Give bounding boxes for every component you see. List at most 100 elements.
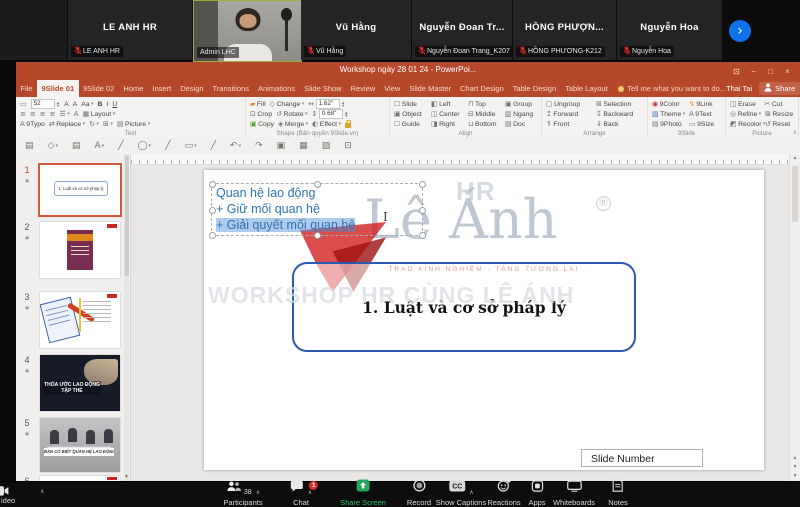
ribbon-button-rotate[interactable]: ↺Rotate▾ (276, 110, 307, 118)
toolbar-item-record[interactable]: Record (407, 484, 431, 507)
ribbon-button-doc[interactable]: ▤Doc (505, 120, 538, 128)
presenter-button[interactable]: ⊡ (728, 67, 745, 76)
ribbon-button-dim-h[interactable]: ↕0.68"▲▼ (312, 109, 349, 119)
selection-handle[interactable] (209, 207, 216, 214)
ribbon-button-erase[interactable]: ◫Erase (730, 100, 761, 108)
ribbon-button-backward[interactable]: ↧Backward (596, 110, 642, 118)
qat-redo-icon[interactable]: ↷ (255, 141, 263, 151)
share-button[interactable]: Share (759, 82, 800, 95)
ribbon-button-change[interactable]: ◇Change▾ (270, 100, 305, 108)
qat-shapes-icon[interactable]: ◇▾ (48, 141, 58, 151)
next-participants-button[interactable]: › (729, 20, 751, 42)
qat-monitor-icon[interactable]: ⊡ (344, 141, 352, 151)
toolbar-item-notes[interactable]: Notes (608, 484, 628, 507)
selection-handle[interactable] (419, 181, 426, 188)
scrollbar-thumb[interactable] (125, 156, 129, 276)
ribbon-tab-home[interactable]: Home (119, 80, 148, 97)
ribbon-button-fill[interactable]: ▰Fill (250, 100, 266, 108)
collapse-ribbon-icon[interactable]: ∧ (793, 129, 797, 136)
ribbon-button-selection[interactable]: ⊠Selection (596, 100, 642, 108)
ribbon-button-ngang[interactable]: ▥Ngang (505, 110, 538, 118)
ribbon-button-bottom[interactable]: ⊔Bottom (468, 120, 501, 128)
ribbon-button-9size[interactable]: ▭9Size (689, 120, 722, 128)
qat-fill-color-icon[interactable]: ◯▾ (138, 141, 152, 151)
next-slide-icon[interactable]: ▼ (790, 463, 800, 472)
ribbon-button-merge[interactable]: ◈Merge▾ (278, 120, 308, 128)
ribbon-button-align-left[interactable]: ≡ (20, 110, 26, 118)
ribbon-tab-9slide-01[interactable]: 9Slide 01 (37, 80, 79, 97)
ribbon-button-recolor[interactable]: ◩Recolor▾ (730, 120, 761, 128)
qat-save-icon[interactable]: ▣ (277, 141, 286, 151)
account-name[interactable]: Thai Tai (726, 84, 752, 93)
ribbon-button-effect[interactable]: ◐Effect▾ (312, 120, 341, 128)
slide-thumbnail-5[interactable]: BẠN CÓ BIẾT QUAN HỆ LAO ĐỘNG LÀ GÌ?? (40, 418, 120, 472)
ribbon-value-field[interactable]: 1.62" (316, 99, 340, 109)
qat-font-color-icon[interactable]: A▾ (94, 141, 104, 151)
ribbon-tab-chart-design[interactable]: Chart Design (456, 80, 509, 97)
video-tile-nguy-n-hoa[interactable]: Nguyễn HoaNguyễn Hoa (617, 0, 723, 60)
ribbon-button-replace[interactable]: ⇄Replace▾ (49, 120, 85, 128)
ribbon-button-resize[interactable]: ⊠Resize (765, 110, 795, 118)
ribbon-button-refine[interactable]: ◎Refine▾ (730, 110, 761, 118)
maximize-button[interactable]: □ (762, 67, 779, 76)
ribbon-button-a[interactable]: A (64, 101, 69, 108)
previous-slide-icon[interactable]: ▲ (790, 454, 800, 463)
ribbon-tab-table-design[interactable]: Table Design (508, 80, 560, 97)
ribbon-tab-file[interactable]: File (16, 80, 37, 97)
toolbar-item-show-captions[interactable]: CC∧Show Captions (436, 484, 486, 507)
ribbon-button-smartart[interactable]: ⊞▾ (103, 120, 113, 128)
qat-pen-icon[interactable]: ╱ (211, 141, 216, 151)
ribbon-field[interactable]: 52▲▼ (31, 99, 60, 109)
qat-new-slide-icon[interactable]: ▤ (25, 141, 34, 151)
ribbon-button-right[interactable]: ◨Right (431, 120, 464, 128)
ribbon-button-lock[interactable] (345, 121, 351, 128)
toolbar-item-video-clipped[interactable]: ∧ ideo (0, 481, 60, 507)
ribbon-button-back[interactable]: ⇓Back (596, 120, 642, 128)
ribbon-tab-slide-show[interactable]: Slide Show (300, 80, 347, 97)
close-button[interactable]: × (779, 67, 796, 76)
toolbar-item-chat[interactable]: 1∧Chat (290, 484, 312, 507)
ribbon-button-9link[interactable]: ↯9Link (689, 100, 722, 108)
ribbon-tab-view[interactable]: View (380, 80, 405, 97)
ribbon-button-picture[interactable]: ▤Picture▾ (117, 120, 150, 128)
toolbar-item-apps[interactable]: Apps (528, 484, 545, 507)
ribbon-tab-transitions[interactable]: Transitions (208, 80, 253, 97)
qat-picture-icon[interactable]: ▤ (72, 141, 81, 151)
ribbon-button-align-center[interactable]: ≡ (30, 110, 36, 118)
ribbon-button-reset[interactable]: ↺Reset (765, 120, 795, 128)
slide-thumbnail-2[interactable] (40, 222, 120, 278)
spinner-icon[interactable]: ▲▼ (344, 111, 348, 118)
ribbon-button-u[interactable]: U (112, 101, 117, 108)
toolbar-item-participants[interactable]: 38∧Participants (223, 484, 262, 507)
ribbon-tab-insert[interactable]: Insert (148, 80, 176, 97)
toolbar-item-whiteboards[interactable]: Whiteboards (553, 484, 595, 507)
video-tile-admin-lhc[interactable]: Admin LHC (193, 0, 302, 62)
ribbon-button-crop[interactable]: ⊡Crop (250, 110, 272, 118)
ribbon-tab-table-layout[interactable]: Table Layout (561, 80, 613, 97)
toolbar-item-share-screen[interactable]: Share Screen (340, 484, 386, 507)
selection-handle[interactable] (209, 232, 216, 239)
ribbon-tab-slide-master[interactable]: Slide Master (405, 80, 456, 97)
ribbon-button-layout[interactable]: ▦Layout▾ (83, 110, 116, 118)
ribbon-value-field[interactable]: 52 (31, 99, 55, 109)
scroll-up-icon[interactable]: ▲ (790, 154, 800, 163)
ribbon-button-a[interactable]: A (73, 101, 78, 108)
ribbon-button-ungroup[interactable]: ▢Ungroup (546, 100, 592, 108)
ribbon-button-9text[interactable]: A9Text (689, 110, 722, 118)
ribbon-button-group[interactable]: ▣Group (505, 100, 538, 108)
qat-pen-icon[interactable]: ╱ (165, 141, 170, 151)
ribbon-tab-review[interactable]: Review (346, 80, 380, 97)
slide-textbox[interactable]: Quan hệ lao động+ Giữ mối quan hệ+ Giải … (211, 183, 423, 236)
chevron-up-icon[interactable]: ∧ (256, 489, 260, 496)
ribbon-button-slide[interactable]: ☐Slide (394, 100, 427, 108)
qat-outline-icon[interactable]: ▭▾ (185, 141, 197, 151)
ribbon-button-aa[interactable]: Aa▾ (81, 101, 93, 108)
ribbon-button-object[interactable]: ▣Object (394, 110, 427, 118)
ribbon-button-9typo[interactable]: A9Typo (20, 120, 45, 128)
ribbon-button-center[interactable]: ◫Center (431, 110, 464, 118)
ribbon-button-forward[interactable]: ↥Forward (546, 110, 592, 118)
video-tile-nguy-n-oan-trang-k207[interactable]: Nguyễn Đoan Tr...Nguyễn Đoan Trang_K207 (412, 0, 513, 60)
vertical-scrollbar[interactable]: ▲ ▲ ▼ ▼ (789, 154, 800, 481)
qat-format-icon[interactable]: ▨ (322, 141, 331, 151)
ribbon-button-front[interactable]: ⇑Front (546, 120, 592, 128)
